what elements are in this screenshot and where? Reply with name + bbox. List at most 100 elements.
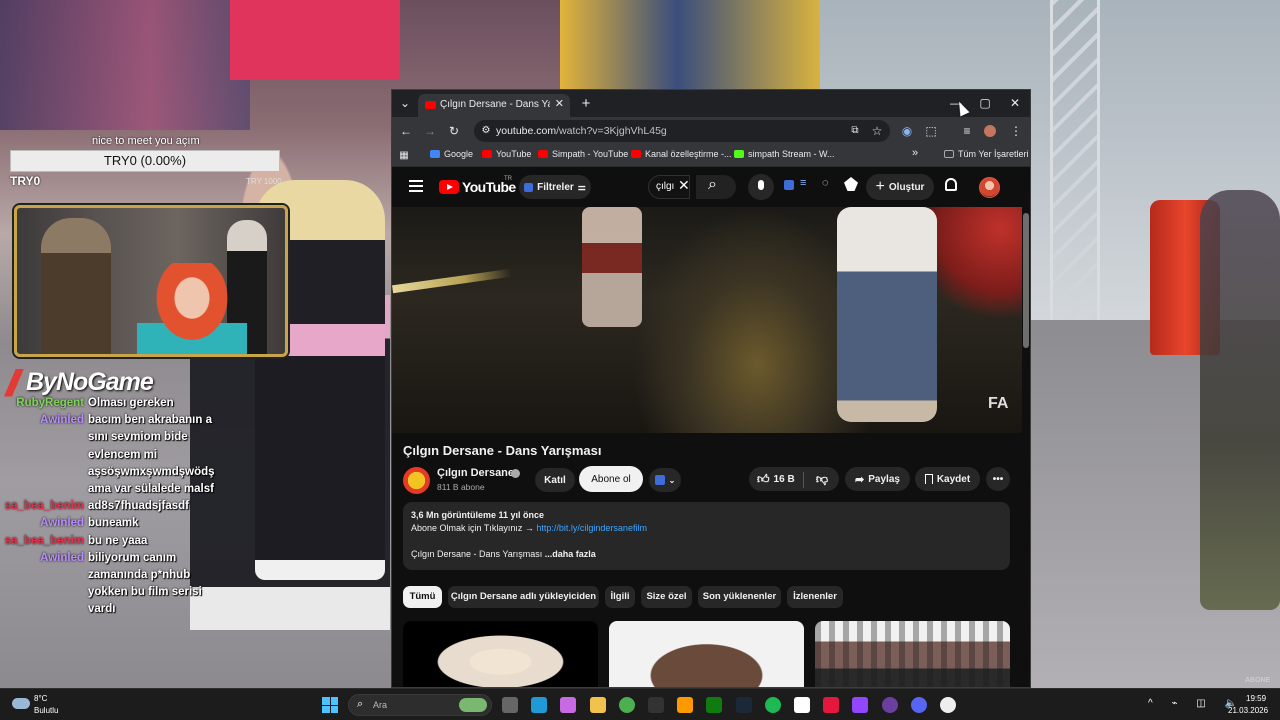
- discord-icon[interactable]: [910, 697, 927, 713]
- voice-search-button[interactable]: [748, 174, 774, 200]
- filter-chip[interactable]: İlgili: [605, 586, 635, 608]
- file-explorer-icon[interactable]: [589, 697, 606, 713]
- filter-chip[interactable]: Tümü: [403, 586, 442, 608]
- filter-chip[interactable]: Size özel: [641, 586, 692, 608]
- edge-icon[interactable]: [531, 697, 548, 713]
- extension-active-icon[interactable]: ◉: [900, 117, 914, 145]
- weather-temperature[interactable]: 8°C: [34, 694, 47, 703]
- bookmarks-overflow-icon[interactable]: »: [912, 147, 918, 159]
- account-avatar[interactable]: [979, 177, 1000, 198]
- extensions-icon[interactable]: ⬚: [924, 117, 938, 145]
- chat-username[interactable]: sa_bea_benim: [0, 533, 88, 550]
- reload-button[interactable]: ↻: [446, 117, 462, 145]
- bookmark-item[interactable]: simpath Stream - W...: [734, 149, 835, 159]
- chat-username[interactable]: [0, 429, 88, 446]
- new-tab-button[interactable]: +: [578, 90, 594, 117]
- chat-username[interactable]: [0, 447, 88, 464]
- bookmark-item[interactable]: Simpath - YouTube: [538, 149, 628, 159]
- chat-username[interactable]: [0, 481, 88, 498]
- more-actions-button[interactable]: •••: [986, 467, 1010, 491]
- clock-date[interactable]: 21.03.2026: [1228, 706, 1268, 715]
- chat-text: aşsöşwmxşwmdşwödş: [88, 465, 215, 478]
- search-clear-icon[interactable]: ✕: [678, 177, 690, 194]
- bookmark-item[interactable]: Google: [430, 149, 473, 159]
- taskbar-search-box[interactable]: ⌕ Ara: [348, 694, 492, 716]
- related-video-thumbnail[interactable]: [609, 621, 804, 687]
- transcript-ext-icon[interactable]: [784, 180, 794, 190]
- chat-username[interactable]: Awinled: [0, 515, 88, 532]
- dislike-button[interactable]: 👎︎: [807, 467, 837, 491]
- related-video-thumbnail[interactable]: [815, 621, 1010, 687]
- related-video-thumbnail[interactable]: [403, 621, 598, 687]
- channel-avatar[interactable]: [403, 467, 430, 494]
- tab-close-icon[interactable]: ✕: [555, 97, 564, 110]
- filter-chip[interactable]: Çılgın Dersane adlı yükleyiciden: [448, 586, 599, 608]
- address-bar[interactable]: ⚙ youtube.com/watch?v=3KjghVhL45g ☆ ⧉: [474, 120, 890, 142]
- all-bookmarks-button[interactable]: Tüm Yer İşaretleri: [944, 149, 1029, 159]
- bookmark-item[interactable]: Kanal özelleştirme -...: [631, 149, 732, 159]
- notifications-bell-icon[interactable]: [945, 178, 957, 191]
- site-info-icon[interactable]: ⚙: [480, 120, 492, 142]
- opera-gx-icon[interactable]: [823, 697, 840, 713]
- windows-start-icon[interactable]: [322, 697, 338, 713]
- create-button[interactable]: + Oluştur: [866, 174, 934, 200]
- filter-chip[interactable]: İzlenenler: [787, 586, 843, 608]
- chat-username[interactable]: RubyRegent: [0, 395, 88, 412]
- apps-grid-icon[interactable]: ▦: [398, 142, 410, 169]
- cloud-icon[interactable]: [12, 698, 30, 709]
- captions-list-icon[interactable]: ≡: [800, 177, 806, 189]
- xbox-icon[interactable]: [706, 697, 723, 713]
- forward-button[interactable]: →: [422, 117, 438, 145]
- maximize-button[interactable]: ▢: [973, 90, 997, 117]
- bookmark-star-icon[interactable]: ☆: [870, 120, 884, 142]
- description-link[interactable]: http://bit.ly/cilgindersanefilm: [536, 523, 647, 533]
- search-button[interactable]: ⌕: [696, 175, 736, 199]
- github-icon[interactable]: [940, 697, 956, 713]
- tab-active[interactable]: Çılgın Dersane - Dans Yarışması ✕: [418, 94, 570, 117]
- install-app-icon[interactable]: ⧉: [848, 120, 862, 142]
- epic-games-icon[interactable]: [648, 697, 664, 713]
- tab-search-icon[interactable]: ⌄: [396, 90, 414, 117]
- chat-username[interactable]: [0, 584, 88, 601]
- bookmark-item[interactable]: YouTube: [482, 149, 531, 159]
- profile-avatar-icon[interactable]: [984, 125, 996, 137]
- chat-username[interactable]: sa_bea_benim: [0, 498, 88, 515]
- extension-puzzle-icon[interactable]: [844, 177, 858, 191]
- spotify-icon[interactable]: [764, 697, 781, 713]
- back-button[interactable]: ←: [398, 117, 414, 145]
- chat-text: ama var sülalede malsf: [88, 483, 214, 496]
- join-button[interactable]: Katıl: [535, 468, 575, 492]
- chrome-icon[interactable]: [618, 697, 635, 713]
- steam-icon[interactable]: [735, 697, 752, 713]
- video-description[interactable]: 3,6 Mn görüntüleme 11 yıl önce Abone Olm…: [403, 502, 1010, 570]
- amazon-icon[interactable]: [677, 697, 694, 713]
- chat-username[interactable]: [0, 567, 88, 584]
- filters-button[interactable]: Filtreler ⚌: [519, 175, 591, 199]
- chat-username[interactable]: [0, 464, 88, 481]
- chat-username[interactable]: Awinled: [0, 550, 88, 567]
- media-controls-icon[interactable]: ≡: [960, 117, 974, 145]
- video-player[interactable]: FA: [392, 207, 1022, 433]
- guide-menu-icon[interactable]: [409, 180, 423, 192]
- clock-time[interactable]: 19:59: [1246, 694, 1266, 703]
- channel-name[interactable]: Çılgın Dersane: [437, 467, 514, 479]
- extension-dropdown-button[interactable]: ⌄: [649, 468, 681, 492]
- chat-username[interactable]: [0, 601, 88, 618]
- weather-description[interactable]: Bulutlu: [34, 706, 58, 715]
- browser-menu-icon[interactable]: ⋮: [1010, 117, 1022, 145]
- filter-chip[interactable]: Son yüklenenler: [698, 586, 781, 608]
- thumbs-up-icon: 👍︎: [757, 471, 770, 486]
- chat-bubble-icon[interactable]: ◌: [822, 177, 829, 189]
- save-button[interactable]: Kaydet: [915, 467, 980, 491]
- capcut-icon[interactable]: [794, 697, 810, 713]
- show-more-link[interactable]: ...daha fazla: [545, 549, 596, 559]
- subscribe-button[interactable]: Abone ol: [579, 466, 643, 492]
- task-view-icon[interactable]: [502, 697, 518, 713]
- page-scrollbar-thumb[interactable]: [1023, 213, 1029, 348]
- chat-username[interactable]: Awinled: [0, 412, 88, 429]
- share-button[interactable]: ➦ Paylaş: [845, 467, 910, 491]
- twitch-icon[interactable]: [852, 697, 869, 713]
- close-window-button[interactable]: ✕: [1002, 90, 1028, 117]
- copilot-icon[interactable]: [560, 697, 577, 713]
- obs-icon[interactable]: [881, 697, 898, 713]
